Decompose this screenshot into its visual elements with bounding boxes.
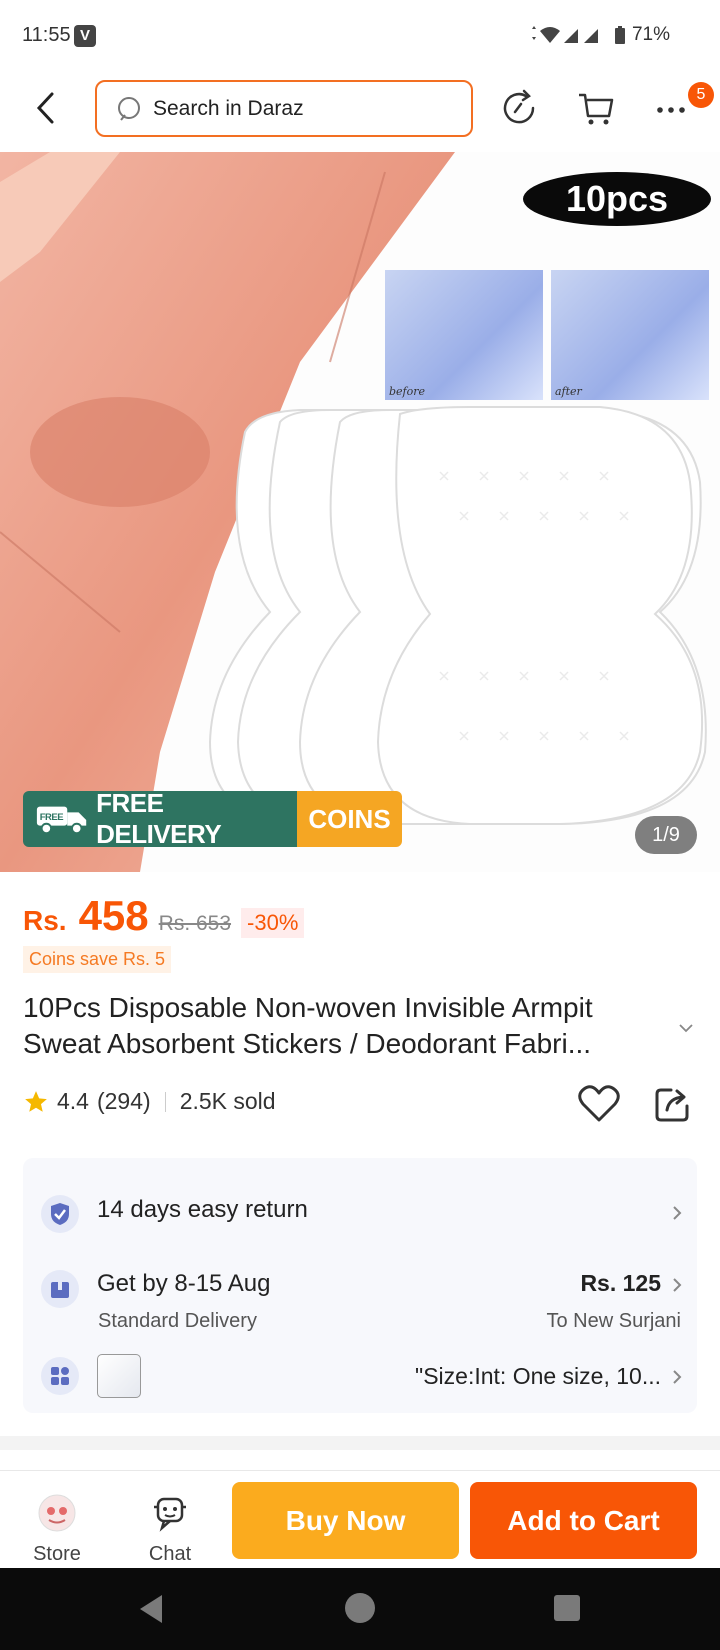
more-options-icon[interactable] [652,88,692,128]
nav-recents-icon[interactable] [553,1594,581,1622]
add-to-cart-button[interactable]: Add to Cart [470,1482,697,1559]
star-icon [25,1090,47,1112]
before-label: before [389,385,426,398]
variant-thumbnail[interactable] [97,1354,141,1398]
system-nav-bar [0,1568,720,1650]
price-row: Rs. 458 Rs. 653 -30% [23,892,305,940]
free-delivery-banner: FREE FREE DELIVERY COINS [23,791,402,847]
product-page: 11:55 V 71% Search in Daraz 5 10pcs befo… [0,0,720,1650]
coins-save-tag: Coins save Rs. 5 [23,946,172,973]
product-photo [0,152,707,872]
rating-count: (294) [96,1088,151,1114]
history-icon[interactable] [500,88,540,128]
truck-tag: FREE [40,812,64,823]
before-image: before [385,270,543,400]
share-icon[interactable] [653,1084,693,1124]
after-label: after [555,385,582,398]
delivery-fee: Rs. 125 [580,1270,661,1296]
store-button[interactable]: Store [17,1493,97,1566]
top-bar: Search in Daraz 5 [0,72,720,152]
chevron-right-icon[interactable] [671,1276,683,1294]
rating-score: 4.4 [57,1088,89,1114]
notification-badge: 5 [688,82,714,108]
price-currency: Rs. [23,905,67,936]
nav-back-icon[interactable] [136,1592,166,1626]
delivery-box-icon [41,1270,79,1308]
delivery-truck-icon: FREE [36,806,87,835]
return-shield-icon [41,1195,79,1233]
delivery-date[interactable]: Get by 8-15 Aug [97,1270,270,1298]
free-delivery-section: FREE FREE DELIVERY [23,791,297,847]
return-policy-text[interactable]: 14 days easy return [97,1196,308,1224]
battery-level: 71% [631,24,670,45]
delivery-type: Standard Delivery [98,1310,257,1332]
pack-size-label: 10pcs [523,172,711,226]
section-divider [0,1436,720,1450]
status-time: 11:55 [22,24,71,46]
coins-text: COINS [297,791,402,847]
variant-grid-icon [41,1357,79,1395]
store-icon [38,1494,76,1532]
delivery-destination: To New Surjani [546,1310,681,1332]
chat-label: Chat [148,1543,192,1565]
variant-selection[interactable]: "Size:Int: One size, 10... [415,1363,661,1390]
current-price: 458 [78,892,149,939]
search-icon [118,96,140,121]
rating-separator [164,1091,166,1112]
chevron-right-icon[interactable] [671,1368,683,1386]
cart-icon[interactable] [576,88,616,128]
search-placeholder: Search in Daraz [153,96,304,120]
free-delivery-text: FREE DELIVERY [96,791,222,847]
battery-icon [614,26,625,44]
product-title[interactable]: 10Pcs Disposable Non-woven Invisible Arm… [23,990,663,1062]
nav-home-icon[interactable] [344,1592,376,1624]
chat-icon [154,1497,186,1532]
chat-button[interactable]: Chat [130,1493,210,1566]
chevron-down-icon[interactable] [678,1023,694,1033]
original-price: Rs. 653 [158,912,232,935]
search-bar[interactable]: Search in Daraz [95,80,473,137]
status-right: 71% [528,24,670,46]
chevron-right-icon[interactable] [671,1204,683,1222]
product-image[interactable]: 10pcs before after FREE FREE DELIVERY CO… [0,152,720,872]
status-bar: 11:55 V 71% [0,0,720,70]
back-arrow-icon[interactable] [30,90,66,126]
discount-badge: -30% [241,908,305,938]
bottom-action-bar: Store Chat Buy Now Add to Cart [0,1470,720,1566]
image-pager: 1/9 [635,816,697,854]
buy-now-button[interactable]: Buy Now [232,1482,459,1559]
carrier-icon: V [74,25,96,47]
service-info-card: 14 days easy return Get by 8-15 Aug Stan… [23,1158,697,1413]
rating-row[interactable]: 4.4 (294) 2.5K sold [23,1088,276,1115]
sold-count: 2.5K sold [179,1088,276,1114]
heart-icon[interactable] [578,1084,620,1124]
after-image: after [551,270,709,400]
store-label: Store [33,1543,81,1565]
signal-icon [531,26,598,43]
